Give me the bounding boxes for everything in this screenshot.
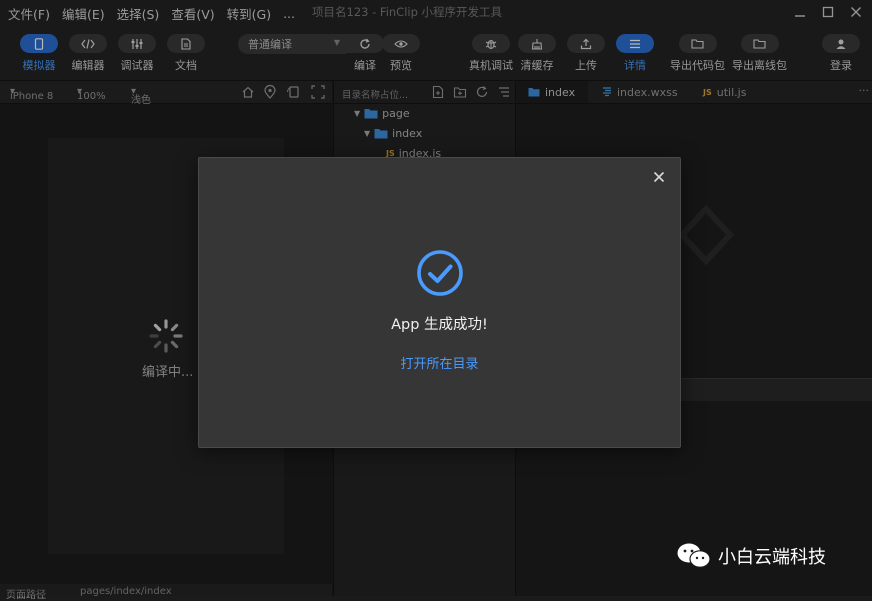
success-message: App 生成成功!	[391, 317, 488, 333]
success-dialog: App 生成成功! 打开所在目录	[198, 157, 681, 448]
wechat-icon	[677, 543, 711, 568]
close-icon[interactable]	[650, 168, 668, 186]
watermark: 小白云端科技	[676, 542, 826, 570]
open-directory-link[interactable]: 打开所在目录	[199, 353, 680, 372]
watermark-text: 小白云端科技	[718, 547, 826, 568]
check-circle-icon	[417, 250, 463, 296]
